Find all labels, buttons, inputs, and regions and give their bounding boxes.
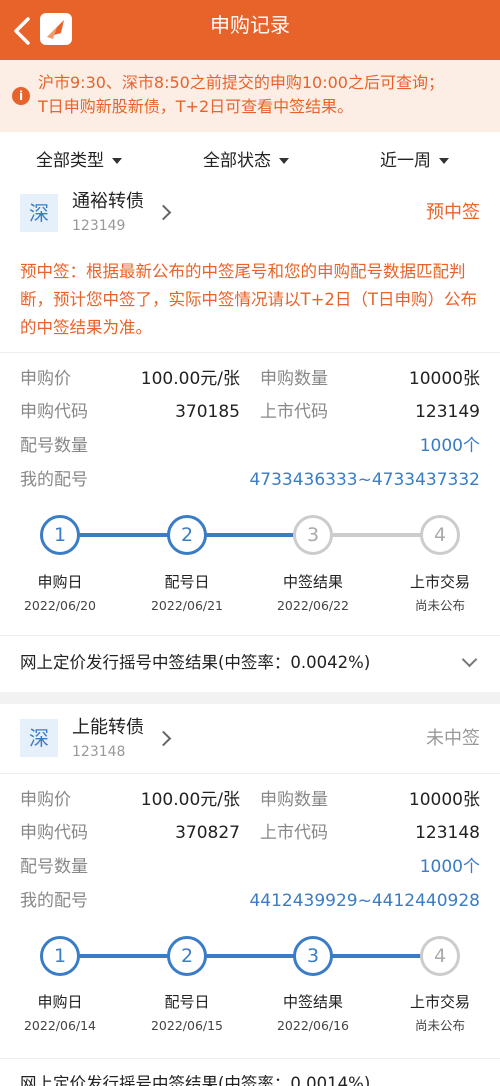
step-circle: 4 bbox=[420, 936, 460, 976]
my-allocation-value: 4412439929~4412440928 bbox=[249, 891, 480, 911]
step-date: 2022/06/15 bbox=[150, 1018, 224, 1033]
bond-name[interactable]: 上能转债 bbox=[72, 716, 144, 740]
step-date: 2022/06/22 bbox=[276, 598, 350, 613]
info-icon: i bbox=[12, 87, 30, 105]
market-badge: 深 bbox=[20, 194, 58, 232]
filter-status-label: 全部状态 bbox=[203, 151, 271, 171]
my-allocation-label: 我的配号 bbox=[20, 470, 88, 490]
filter-type-dropdown[interactable]: 全部类型 bbox=[36, 149, 122, 173]
allocation-count-value[interactable]: 1000个 bbox=[420, 434, 480, 458]
step-circle: 4 bbox=[420, 515, 460, 555]
step-label: 配号日 bbox=[164, 573, 210, 591]
step-circle: 2 bbox=[167, 515, 207, 555]
price-value: 100.00元/张 bbox=[140, 369, 240, 389]
pre-win-explanation: 预中签：根据最新公布的中签尾号和您的申购配号数据匹配判断，预计您中签了，实际中签… bbox=[20, 262, 477, 337]
listing-code-value: 123149 bbox=[415, 402, 480, 422]
step-date: 2022/06/20 bbox=[23, 598, 97, 613]
bond-code: 123148 bbox=[72, 744, 126, 760]
caret-down-icon bbox=[112, 158, 122, 164]
step-circle: 1 bbox=[40, 936, 80, 976]
divider bbox=[0, 635, 500, 636]
lottery-status: 未中签 bbox=[426, 728, 480, 749]
quantity-value: 10000张 bbox=[408, 369, 480, 389]
quantity-label: 申购数量 bbox=[260, 369, 328, 389]
step-label: 上市交易 bbox=[409, 993, 470, 1011]
step-date: 2022/06/16 bbox=[276, 1018, 350, 1033]
step-circle: 3 bbox=[293, 515, 333, 555]
step-label: 中签结果 bbox=[282, 993, 343, 1011]
page-title: 申购记录 bbox=[210, 13, 290, 37]
filter-status-dropdown[interactable]: 全部状态 bbox=[203, 149, 289, 173]
subscription-code-label: 申购代码 bbox=[20, 402, 88, 422]
step-label: 申购日 bbox=[37, 993, 83, 1011]
my-allocation-label: 我的配号 bbox=[20, 891, 88, 911]
winning-rate-row[interactable]: 网上定价发行摇号中签结果(中签率：0.0014%) bbox=[20, 1072, 370, 1086]
allocation-count-label: 配号数量 bbox=[20, 857, 88, 877]
winning-rate-row[interactable]: 网上定价发行摇号中签结果(中签率：0.0042%) bbox=[20, 651, 370, 675]
listing-code-label: 上市代码 bbox=[260, 402, 328, 422]
step-label: 中签结果 bbox=[282, 573, 343, 591]
bond-name[interactable]: 通裕转债 bbox=[72, 190, 144, 214]
filter-bar: 全部类型 全部状态 近一周 bbox=[0, 132, 500, 190]
price-label: 申购价 bbox=[20, 790, 71, 810]
price-value: 100.00元/张 bbox=[140, 790, 240, 810]
divider bbox=[0, 352, 500, 353]
notice-line-1: 沪市9:30、深市8:50之前提交的申购10:00之后可查询； bbox=[38, 73, 444, 92]
divider bbox=[0, 773, 500, 774]
step-label: 配号日 bbox=[164, 993, 210, 1011]
notice-line-2: T日申购新股新债，T+2日可查看中签结果。 bbox=[38, 97, 354, 116]
price-label: 申购价 bbox=[20, 369, 71, 389]
bond-code: 123149 bbox=[72, 218, 126, 234]
step-label: 申购日 bbox=[37, 573, 83, 591]
market-badge: 深 bbox=[20, 719, 58, 757]
step-circle: 3 bbox=[293, 936, 333, 976]
listing-code-label: 上市代码 bbox=[260, 823, 328, 843]
caret-down-icon bbox=[279, 158, 289, 164]
app-header: 申购记录 bbox=[0, 0, 500, 60]
filter-type-label: 全部类型 bbox=[36, 151, 104, 171]
step-circle: 2 bbox=[167, 936, 207, 976]
filter-period-dropdown[interactable]: 近一周 bbox=[380, 149, 449, 173]
step-date: 尚未公布 bbox=[414, 1018, 465, 1033]
step-date: 尚未公布 bbox=[414, 598, 465, 613]
allocation-count-label: 配号数量 bbox=[20, 436, 88, 456]
allocation-count-value[interactable]: 1000个 bbox=[420, 855, 480, 879]
subscription-code-value: 370827 bbox=[175, 823, 240, 843]
caret-down-icon bbox=[439, 158, 449, 164]
step-date: 2022/06/14 bbox=[23, 1018, 97, 1033]
step-date: 2022/06/21 bbox=[150, 598, 224, 613]
lottery-status: 预中签 bbox=[426, 202, 480, 223]
quantity-value: 10000张 bbox=[408, 790, 480, 810]
listing-code-value: 123148 bbox=[415, 823, 480, 843]
step-circle: 1 bbox=[40, 515, 80, 555]
filter-period-label: 近一周 bbox=[380, 151, 431, 171]
step-label: 上市交易 bbox=[409, 573, 470, 591]
subscription-code-label: 申购代码 bbox=[20, 823, 88, 843]
quantity-label: 申购数量 bbox=[260, 790, 328, 810]
my-allocation-value: 4733436333~4733437332 bbox=[249, 470, 480, 490]
divider bbox=[0, 1058, 500, 1059]
subscription-code-value: 370185 bbox=[175, 402, 240, 422]
notice-banner: 沪市9:30、深市8:50之前提交的申购10:00之后可查询； T日申购新股新债… bbox=[0, 60, 500, 132]
